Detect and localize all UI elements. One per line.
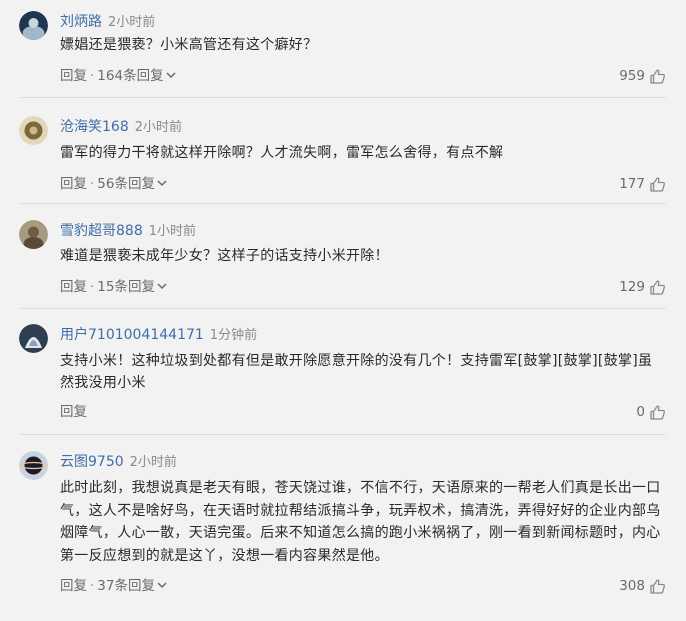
- avatar[interactable]: [19, 220, 48, 249]
- like-count: 177: [619, 176, 645, 192]
- comment-item: 雪豹超哥888 1小时前 难道是猥亵未成年少女？这样子的话支持小米开除！ 回复 · 1…: [0, 220, 686, 309]
- timestamp: 1分钟前: [209, 328, 258, 343]
- comment-actions: 回复 · 15条回复 129: [60, 277, 666, 297]
- comment-list: 刘炳路 2小时前 嫖娼还是猥亵？小米高管还有这个癖好？ 回复 · 164条回复 959…: [0, 0, 686, 621]
- reply-button[interactable]: 回复: [60, 578, 87, 594]
- chevron-down-icon: [157, 282, 167, 289]
- reply-button[interactable]: 回复: [60, 279, 87, 295]
- comment-item: 用户7101004144171 1分钟前 支持小米！这种垃圾到处都有但是敢开除愿意…: [0, 324, 686, 435]
- like-count: 0: [636, 404, 645, 420]
- like-button[interactable]: 308: [619, 576, 666, 596]
- like-button[interactable]: 177: [619, 174, 666, 194]
- comment-actions: 回复 · 56条回复 177: [60, 174, 666, 194]
- timestamp: 2小时前: [108, 15, 156, 30]
- replies-count: 37条回复: [97, 578, 155, 594]
- comment-item: 云图9750 2小时前 此时此刻，我想说真是老天有眼，苍天饶过谁，不信不行，天语原…: [0, 451, 686, 621]
- replies-count: 164条回复: [97, 68, 164, 84]
- separator-dot: ·: [90, 279, 95, 295]
- replies-count: 15条回复: [97, 279, 155, 295]
- separator-dot: ·: [90, 176, 95, 192]
- avatar[interactable]: [19, 116, 48, 145]
- like-count: 959: [619, 68, 645, 84]
- avatar[interactable]: [19, 11, 48, 40]
- comment-text: 难道是猥亵未成年少女？这样子的话支持小米开除！: [60, 248, 389, 264]
- timestamp: 2小时前: [129, 455, 177, 470]
- chevron-down-icon: [157, 581, 167, 588]
- thumbs-up-icon: [650, 578, 666, 594]
- chevron-down-icon: [157, 179, 167, 186]
- view-replies-button[interactable]: 164条回复: [97, 68, 176, 84]
- like-button[interactable]: 0: [636, 402, 666, 422]
- comment-text: 此时此刻，我想说真是老天有眼，苍天饶过谁，不信不行，天语原来的一帮老人们真是长出…: [60, 480, 661, 564]
- comment-actions: 回复 · 164条回复 959: [60, 66, 666, 86]
- view-replies-button[interactable]: 37条回复: [97, 578, 167, 594]
- username[interactable]: 沧海笑168: [60, 119, 129, 135]
- like-count: 308: [619, 578, 645, 594]
- like-count: 129: [619, 279, 645, 295]
- like-button[interactable]: 959: [619, 66, 666, 86]
- timestamp: 2小时前: [134, 120, 183, 135]
- avatar[interactable]: [19, 451, 48, 480]
- username[interactable]: 用户7101004144171: [60, 327, 204, 343]
- comment-text: 嫖娼还是猥亵？小米高管还有这个癖好？: [60, 37, 318, 53]
- thumbs-up-icon: [650, 176, 666, 192]
- avatar[interactable]: [19, 324, 48, 353]
- thumbs-up-icon: [650, 404, 666, 420]
- replies-count: 56条回复: [97, 176, 155, 192]
- comment-actions: 回复 · 37条回复 308: [60, 576, 666, 596]
- separator-dot: ·: [90, 578, 95, 594]
- username[interactable]: 刘炳路: [60, 14, 102, 30]
- timestamp: 1小时前: [148, 224, 197, 239]
- chevron-down-icon: [166, 71, 176, 78]
- username[interactable]: 雪豹超哥888: [60, 223, 143, 239]
- comment-text: 雷军的得力干将就这样开除啊？人才流失啊，雷军怎么舍得，有点不解: [60, 145, 504, 161]
- comment-item: 沧海笑168 2小时前 雷军的得力干将就这样开除啊？人才流失啊，雷军怎么舍得，有点…: [0, 116, 686, 204]
- comment-text: 支持小米！这种垃圾到处都有但是敢开除愿意开除的没有几个！支持雷军[鼓掌][鼓掌]…: [60, 353, 653, 391]
- thumbs-up-icon: [650, 68, 666, 84]
- thumbs-up-icon: [650, 279, 666, 295]
- view-replies-button[interactable]: 15条回复: [97, 279, 167, 295]
- like-button[interactable]: 129: [619, 277, 666, 297]
- view-replies-button[interactable]: 56条回复: [97, 176, 167, 192]
- comment-actions: 回复 0: [60, 402, 666, 422]
- reply-button[interactable]: 回复: [60, 68, 87, 84]
- comment-item: 刘炳路 2小时前 嫖娼还是猥亵？小米高管还有这个癖好？ 回复 · 164条回复 959: [0, 11, 686, 98]
- reply-button[interactable]: 回复: [60, 176, 87, 192]
- reply-button[interactable]: 回复: [60, 404, 87, 420]
- username[interactable]: 云图9750: [60, 454, 124, 470]
- separator-dot: ·: [90, 68, 95, 84]
